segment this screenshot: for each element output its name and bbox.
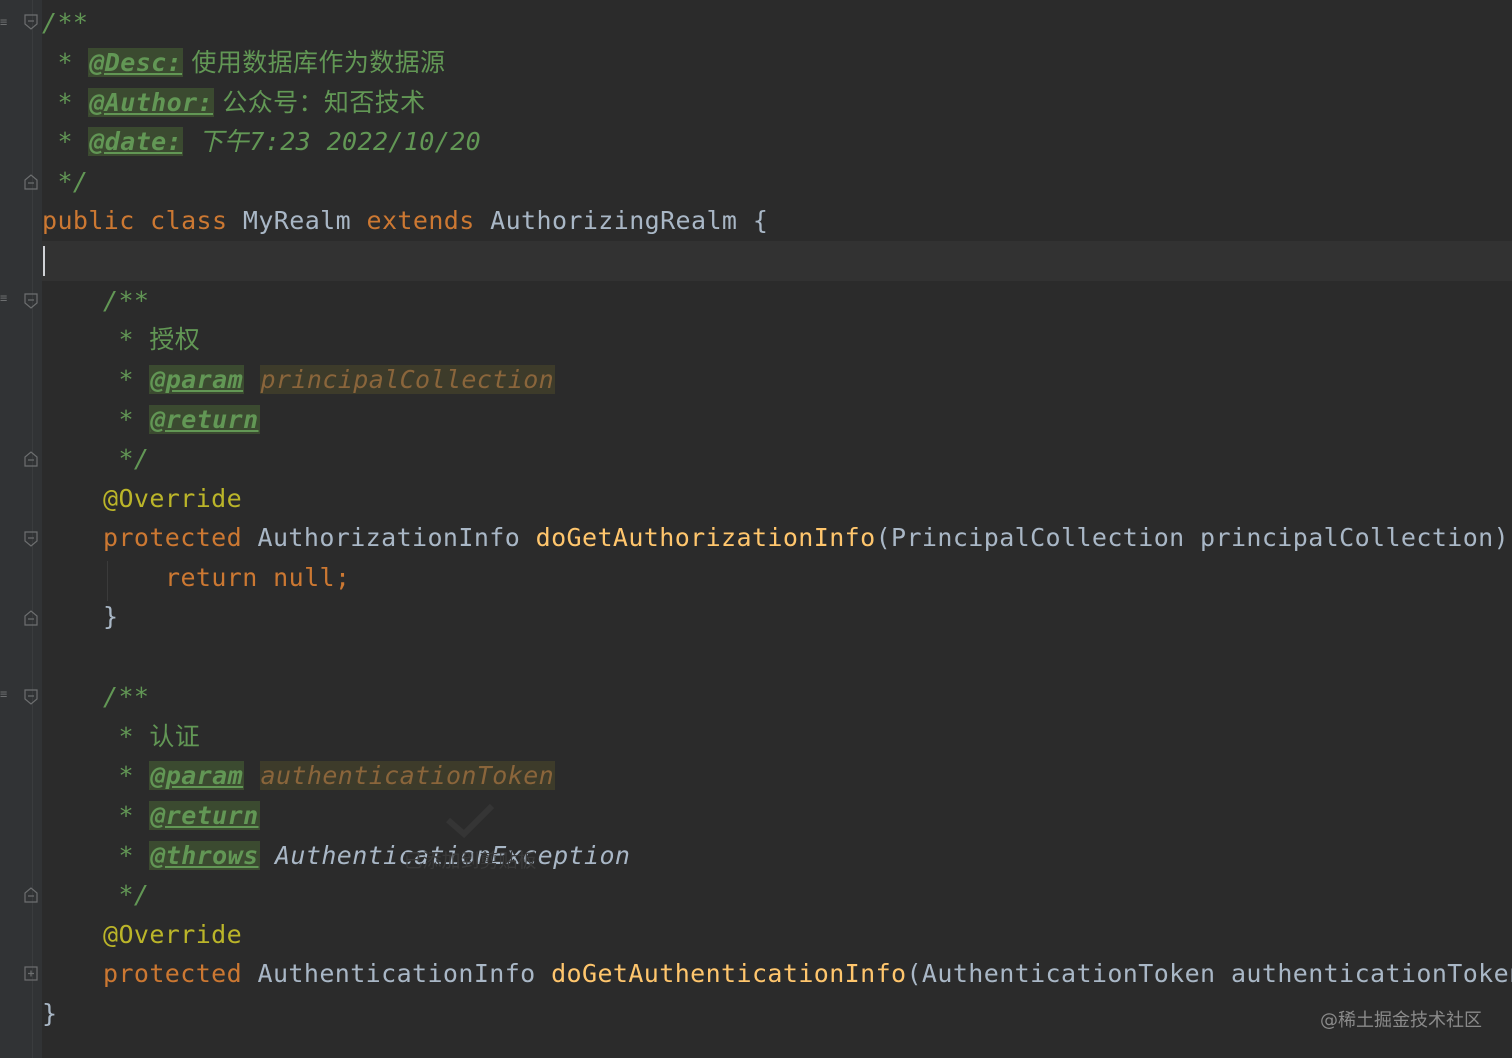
parent-class-name: AuthorizingRealm	[490, 206, 738, 235]
text-caret	[43, 246, 45, 276]
code-line[interactable]: * @param principalCollection	[103, 360, 556, 400]
doc-tag-return: @return	[149, 801, 260, 830]
code-line[interactable]: * @date: 下午7:23 2022/10/20	[42, 122, 481, 162]
brace: }	[103, 602, 119, 631]
code-line[interactable]: protected AuthenticationInfo doGetAuthen…	[103, 954, 1512, 994]
doc-tag-param: @param	[149, 761, 245, 790]
brace: {	[752, 206, 769, 235]
code-line[interactable]: public class MyRealm extends Authorizing…	[42, 201, 768, 241]
doc-star: *	[42, 88, 89, 117]
doc-param-name: authenticationToken	[259, 761, 556, 790]
code-line[interactable]: * 授权	[103, 320, 200, 360]
fold-collapse-icon[interactable]	[24, 293, 38, 309]
return-type: AuthorizationInfo	[257, 523, 521, 552]
doc-date-text: 下午7:23 2022/10/20	[183, 127, 482, 156]
code-line[interactable]: * @Author: 公众号：知否技术	[42, 83, 426, 123]
code-line[interactable]: @Override	[103, 915, 242, 955]
indent-guide	[107, 561, 108, 601]
code-line[interactable]: */	[103, 439, 149, 479]
doc-star: *	[42, 48, 89, 77]
fold-expand-icon[interactable]	[24, 966, 38, 982]
doc-title: 授权	[149, 325, 201, 354]
code-line[interactable]: }	[42, 994, 57, 1034]
toast-text: 已添加到剪贴板	[403, 850, 537, 872]
gutter-marker-icon: ≡	[0, 291, 8, 305]
doc-comment-close: */	[118, 444, 150, 473]
return-type: AuthenticationInfo	[257, 959, 536, 988]
keyword-class: class	[150, 206, 228, 235]
doc-comment-open: /**	[103, 286, 150, 315]
doc-tag-author: @Author:	[88, 88, 214, 117]
keyword-public: public	[42, 206, 135, 235]
code-line[interactable]: * @param authenticationToken	[103, 756, 556, 796]
watermark: @稀土掘金技术社区	[1320, 1010, 1482, 1031]
doc-star: *	[42, 127, 89, 156]
code-line[interactable]: }	[103, 597, 118, 637]
clipboard-toast: 已添加到剪贴板	[395, 800, 545, 873]
fold-collapse-icon[interactable]	[24, 689, 38, 705]
code-line[interactable]: return null;	[165, 558, 350, 598]
keyword-extends: extends	[366, 206, 475, 235]
keyword-return: return	[165, 563, 258, 592]
fold-end-icon[interactable]	[24, 610, 38, 626]
doc-comment-close: */	[42, 167, 89, 196]
doc-tag-param: @param	[149, 365, 245, 394]
doc-comment-open: /**	[42, 8, 89, 37]
fold-collapse-icon[interactable]	[24, 531, 38, 547]
method-name: doGetAuthenticationInfo	[551, 959, 907, 988]
fold-end-icon[interactable]	[24, 174, 38, 190]
current-line-highlight	[42, 241, 1512, 281]
doc-tag-date: @date:	[88, 127, 184, 156]
code-editor[interactable]: ≡ ≡ ≡ /** * @Desc: 使用数据库作为数据源 * @Author:…	[0, 0, 1512, 1058]
method-name: doGetAuthorizationInfo	[535, 523, 876, 552]
fold-end-icon[interactable]	[24, 451, 38, 467]
brace: }	[42, 999, 58, 1028]
doc-tag-throws: @throws	[149, 841, 260, 870]
class-name: MyRealm	[242, 206, 352, 235]
fold-end-icon[interactable]	[24, 887, 38, 903]
method-params: (PrincipalCollection principalCollection…	[875, 523, 1512, 552]
checkmark-icon	[446, 803, 495, 839]
gutter-marker-icon: ≡	[0, 687, 8, 701]
doc-author-text: 公众号：知否技术	[213, 88, 426, 117]
code-line[interactable]: /**	[103, 281, 149, 321]
code-line[interactable]: @Override	[103, 479, 242, 519]
doc-comment-open: /**	[103, 682, 150, 711]
doc-tag-return: @return	[149, 405, 260, 434]
keyword-protected: protected	[103, 523, 243, 552]
doc-tag-desc: @Desc:	[88, 48, 184, 77]
gutter-marker-icon: ≡	[0, 15, 8, 29]
code-line[interactable]: * @return	[103, 796, 260, 836]
doc-title: 认证	[149, 722, 201, 751]
code-line[interactable]: */	[42, 162, 88, 202]
code-line[interactable]: * 认证	[103, 717, 200, 757]
annotation-override: @Override	[103, 920, 243, 949]
doc-desc-text: 使用数据库作为数据源	[183, 48, 446, 77]
code-line[interactable]: * @return	[103, 400, 260, 440]
annotation-override: @Override	[103, 484, 243, 513]
code-line[interactable]: */	[103, 875, 149, 915]
code-line[interactable]: protected AuthorizationInfo doGetAuthori…	[103, 518, 1512, 558]
doc-param-name: principalCollection	[259, 365, 556, 394]
doc-comment-close: */	[118, 880, 150, 909]
code-line[interactable]: * @Desc: 使用数据库作为数据源	[42, 43, 445, 83]
code-line[interactable]: /**	[42, 3, 88, 43]
keyword-protected: protected	[103, 959, 243, 988]
code-line[interactable]: /**	[103, 677, 149, 717]
fold-collapse-icon[interactable]	[24, 14, 38, 30]
code-line[interactable]: * @throws AuthenticationException	[103, 836, 630, 876]
keyword-null: null;	[273, 563, 351, 592]
method-params: (AuthenticationToken authenticationToken…	[906, 959, 1512, 988]
